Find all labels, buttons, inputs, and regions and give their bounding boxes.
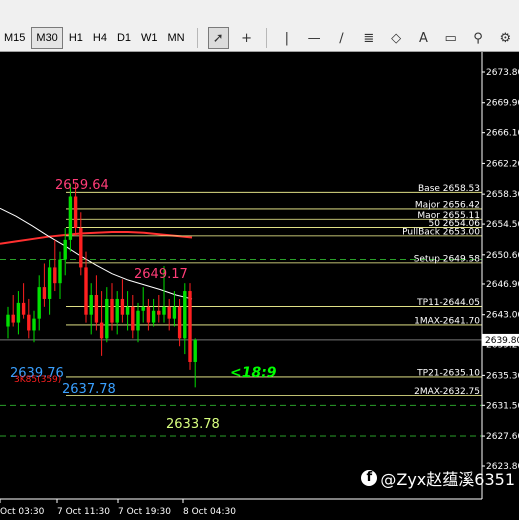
level-label: 2MAX-2632.75 [414, 387, 480, 397]
candle-body [32, 318, 36, 331]
timeframe-w1[interactable]: W1 [137, 28, 162, 48]
time-tick-label: 7 Oct 11:30 [57, 507, 110, 517]
candle-body [115, 298, 119, 323]
cursor-icon[interactable]: ➚ [207, 27, 229, 49]
timeframe-mn[interactable]: MN [164, 28, 189, 48]
candle-body [110, 298, 114, 323]
ma-red-line [0, 230, 193, 245]
indicator-label: 3K85(359) [14, 375, 61, 385]
price-tick-label: 2662.20 [486, 159, 519, 169]
low-price-label: 2637.78 [62, 382, 116, 397]
candle-body [11, 314, 15, 323]
price-tick-label: 2646.90 [486, 280, 519, 290]
level-label: TP21-2635.10 [416, 368, 480, 378]
candle-body [53, 267, 57, 284]
candle-body [89, 295, 93, 315]
swing-high-label: 2649.17 [134, 267, 188, 282]
price-tick-label: 2631.50 [486, 401, 519, 411]
candle-body [183, 291, 187, 339]
price-tick-label: 2627.60 [486, 432, 519, 442]
timeframe-m30[interactable]: M30 [31, 27, 63, 49]
watermark-text: @Zyx赵蕴溪6351 [380, 470, 515, 489]
vertical-line-icon[interactable]: | [277, 28, 296, 48]
candle-body [105, 298, 109, 339]
timeframe-h1[interactable]: H1 [65, 28, 87, 48]
current-price-label: 2639.80 [485, 336, 519, 346]
candle-body [125, 306, 130, 315]
candle-body [136, 310, 140, 331]
shapes-icon[interactable]: ◇ [386, 28, 405, 48]
candle-body [27, 314, 31, 331]
facebook-icon: f [361, 470, 378, 486]
candle-body [141, 306, 145, 311]
level-label: Setup 2649.58 [414, 254, 481, 264]
toolbar-top-strip [0, 0, 519, 25]
candle-body [63, 239, 67, 260]
price-chart[interactable]: Base 2658.53Major 2656.42Maor 2655.1150 … [0, 52, 519, 520]
candle-body [58, 259, 62, 284]
candle-body [172, 306, 177, 319]
candle-body [99, 322, 104, 339]
candle-body [157, 310, 161, 315]
candle-countdown: <18:9 [230, 365, 277, 381]
candle-body [79, 228, 83, 268]
level-label: Major 2656.42 [415, 200, 480, 210]
text-icon[interactable]: A [414, 28, 433, 48]
level-label: TP11-2644.05 [416, 298, 480, 308]
time-tick-label: 8 Oct 04:30 [183, 507, 236, 517]
price-tick-label: 2658.30 [486, 190, 519, 200]
candle-body [16, 302, 21, 323]
candle-body [146, 306, 151, 323]
candle-body [84, 267, 88, 315]
candle-body [94, 295, 99, 323]
settings-icon[interactable]: ⚙ [496, 28, 515, 48]
time-tick-label: Oct 03:30 [0, 507, 45, 517]
timeframe-h4[interactable]: H4 [89, 28, 111, 48]
price-tick-label: 2635.30 [486, 371, 519, 381]
candle-body [21, 302, 26, 315]
toolbar-separator [196, 28, 198, 48]
toolbar: M15 M30 H1 H4 D1 W1 MN ➚ + | — ∕ ≣ ◇ A ▭… [0, 0, 519, 52]
candle-body [151, 310, 156, 323]
candle-body [73, 196, 78, 229]
fibonacci-icon[interactable]: ≣ [359, 28, 378, 48]
candle-body [162, 306, 166, 315]
price-tick-label: 2669.90 [486, 99, 519, 109]
candle-body [6, 314, 10, 327]
price-tick-label: 2643.00 [486, 311, 519, 321]
search-icon[interactable]: ⚲ [468, 28, 487, 48]
trendline-icon[interactable]: ∕ [332, 28, 351, 48]
timeframe-d1[interactable]: D1 [113, 28, 135, 48]
high-price-label: 2659.64 [55, 178, 109, 193]
candle-body [193, 339, 197, 362]
horizontal-line-icon[interactable]: — [304, 28, 323, 48]
price-tick-label: 2654.50 [486, 220, 519, 230]
level-label: 1MAX-2641.70 [414, 316, 480, 326]
price-tick-label: 2666.10 [486, 129, 519, 139]
timeframe-toolbar: M15 M30 H1 H4 D1 W1 MN ➚ + | — ∕ ≣ ◇ A ▭… [0, 25, 519, 52]
time-tick-label: 7 Oct 19:30 [118, 507, 171, 517]
candle-body [188, 291, 192, 362]
candle-body [177, 306, 182, 339]
candle-body [68, 196, 73, 240]
candle-body [167, 306, 171, 319]
level-label: Base 2658.53 [418, 184, 480, 194]
price-tick-label: 2673.80 [486, 68, 519, 78]
candle-body [37, 287, 41, 319]
toolbar-separator [266, 28, 268, 48]
text-label-icon[interactable]: ▭ [441, 28, 460, 48]
candle-body [120, 298, 125, 315]
timeframe-m15[interactable]: M15 [0, 28, 29, 48]
candle-body [42, 287, 47, 299]
watermark: f @Zyx赵蕴溪6351 [361, 466, 515, 490]
candle-body [47, 267, 52, 299]
candle-body [131, 306, 135, 331]
current-low-label: 2633.78 [166, 417, 220, 432]
crosshair-icon[interactable]: + [237, 28, 256, 48]
level-label: PullBack 2653.00 [402, 227, 480, 237]
price-tick-label: 2650.60 [486, 251, 519, 261]
